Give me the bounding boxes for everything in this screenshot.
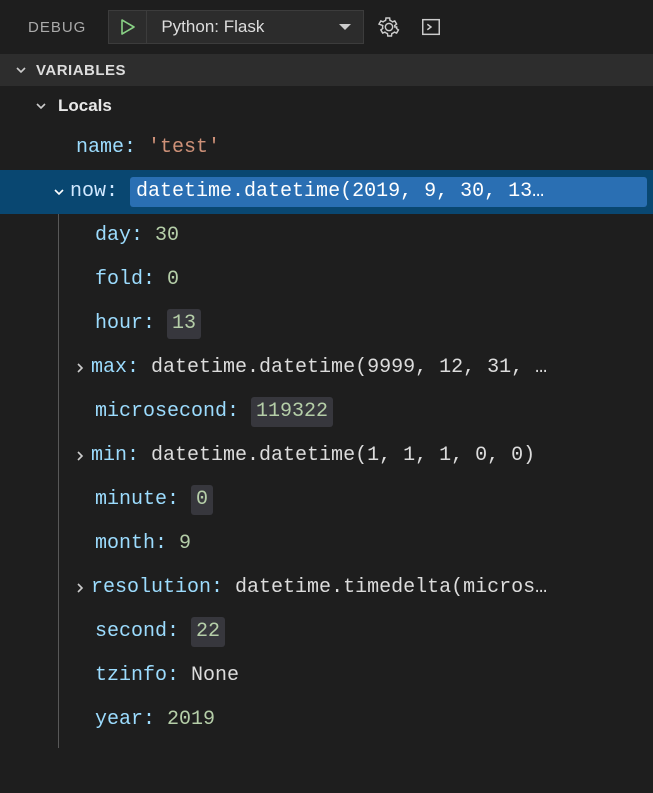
variable-value: 0 (167, 266, 179, 294)
variable-value: 13 (167, 309, 201, 339)
variable-value: datetime.timedelta(micros… (235, 574, 547, 602)
variable-name: day (95, 222, 131, 250)
variable-row[interactable]: hour: 13 (59, 302, 653, 346)
config-name: Python: Flask (147, 17, 327, 37)
variable-name: name (76, 134, 124, 162)
variable-row[interactable]: fold: 0 (59, 258, 653, 302)
variable-name: second (95, 618, 167, 646)
tree-children: day: 30 fold: 0 hour: 13 max: datetime.d… (58, 214, 653, 748)
variable-row[interactable]: microsecond: 119322 (59, 390, 653, 434)
variable-row[interactable]: max: datetime.datetime(9999, 12, 31, … (59, 346, 653, 390)
variable-name: fold (95, 266, 143, 294)
chevron-down-icon[interactable] (327, 21, 363, 33)
play-icon[interactable] (109, 11, 147, 43)
variable-row[interactable]: resolution: datetime.timedelta(micros… (59, 566, 653, 610)
variable-name: hour (95, 310, 143, 338)
variable-value: 9 (179, 530, 191, 558)
variable-value: datetime.datetime(1, 1, 1, 0, 0) (151, 442, 535, 470)
variable-value: 119322 (251, 397, 333, 427)
chevron-down-icon (34, 99, 48, 113)
variable-name: max (91, 354, 127, 382)
variable-row[interactable]: minute: 0 (59, 478, 653, 522)
variable-value: 22 (191, 617, 225, 647)
variable-value: 2019 (167, 706, 215, 734)
variable-name: year (95, 706, 143, 734)
variable-row[interactable]: day: 30 (59, 214, 653, 258)
variable-row[interactable]: second: 22 (59, 610, 653, 654)
chevron-right-icon (69, 361, 91, 375)
variable-row[interactable]: min: datetime.datetime(1, 1, 1, 0, 0) (59, 434, 653, 478)
variable-name: tzinfo (95, 662, 167, 690)
chevron-down-icon (48, 185, 70, 199)
gear-icon[interactable] (372, 10, 406, 44)
variable-name: microsecond (95, 398, 227, 426)
debug-toolbar: DEBUG Python: Flask (0, 0, 653, 54)
section-title: VARIABLES (36, 62, 126, 79)
variable-value: 30 (155, 222, 179, 250)
variable-value: datetime.datetime(2019, 9, 30, 13… (130, 177, 647, 207)
variable-name: now (70, 178, 106, 206)
chevron-down-icon (14, 63, 28, 77)
variables-tree: name: 'test' now: datetime.datetime(2019… (0, 126, 653, 748)
variable-row[interactable]: tzinfo: None (59, 654, 653, 698)
variable-name: month (95, 530, 155, 558)
variable-row[interactable]: year: 2019 (59, 698, 653, 742)
variable-name: minute (95, 486, 167, 514)
variable-value: datetime.datetime(9999, 12, 31, … (151, 354, 547, 382)
section-variables-header[interactable]: VARIABLES (0, 54, 653, 86)
debug-config-selector[interactable]: Python: Flask (108, 10, 364, 44)
scope-locals-header[interactable]: Locals (0, 86, 653, 126)
variable-value: None (191, 662, 239, 690)
chevron-right-icon (69, 449, 91, 463)
variable-value: 0 (191, 485, 213, 515)
variable-name: min (91, 442, 127, 470)
variable-row[interactable]: month: 9 (59, 522, 653, 566)
variable-value: 'test' (148, 134, 220, 162)
variable-row[interactable]: name: 'test' (0, 126, 653, 170)
debug-console-icon[interactable] (414, 10, 448, 44)
variable-name: resolution (91, 574, 211, 602)
variable-row-now[interactable]: now: datetime.datetime(2019, 9, 30, 13… (0, 170, 653, 214)
chevron-right-icon (69, 581, 91, 595)
debug-label: DEBUG (10, 19, 100, 36)
scope-title: Locals (58, 96, 112, 116)
